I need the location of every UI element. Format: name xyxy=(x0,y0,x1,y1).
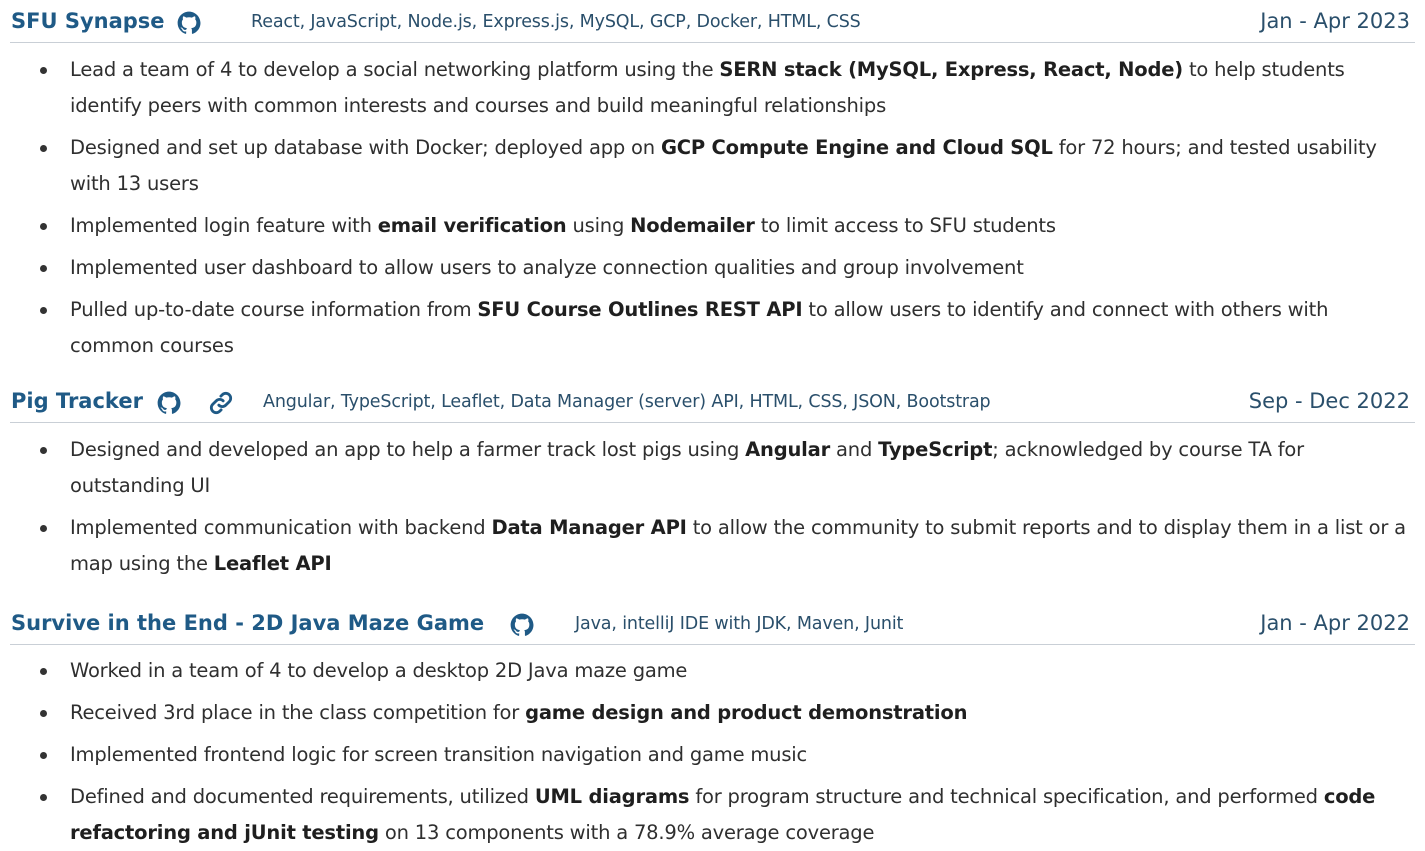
link-icon[interactable] xyxy=(208,390,234,416)
bullet-text: Implemented user dashboard to allow user… xyxy=(70,256,1024,279)
bold-keyword: Angular xyxy=(745,438,831,461)
bold-keyword: Leaflet API xyxy=(213,552,332,575)
bullet-text: Designed and set up database with Docker… xyxy=(70,136,1377,195)
bullet-text: Implemented login feature with email ver… xyxy=(70,214,1056,237)
project-title: Pig Tracker xyxy=(11,389,143,413)
github-icon[interactable] xyxy=(509,612,535,638)
project-title: Survive in the End - 2D Java Maze Game xyxy=(11,611,485,635)
bullet-text: Received 3rd place in the class competit… xyxy=(70,701,968,724)
bullet-text: Worked in a team of 4 to develop a deskt… xyxy=(70,659,688,682)
bullet-item: Implemented frontend logic for screen tr… xyxy=(0,737,1425,773)
project-tech-stack: React, JavaScript, Node.js, Express.js, … xyxy=(251,12,861,32)
bullet-list: Lead a team of 4 to develop a social net… xyxy=(0,52,1425,364)
project-date: Jan - Apr 2023 xyxy=(1260,9,1410,33)
bold-keyword: TypeScript xyxy=(878,438,993,461)
divider xyxy=(10,644,1415,645)
project-tech-stack: Java, intelliJ IDE with JDK, Maven, Juni… xyxy=(575,614,904,634)
bullet-item: Implemented user dashboard to allow user… xyxy=(0,250,1425,286)
bold-keyword: Nodemailer xyxy=(630,214,755,237)
bullet-item: Designed and set up database with Docker… xyxy=(0,130,1425,202)
bullet-item: Defined and documented requirements, uti… xyxy=(0,779,1425,851)
github-icon[interactable] xyxy=(156,390,182,416)
bullet-item: Pulled up-to-date course information fro… xyxy=(0,292,1425,364)
project-header: Pig Tracker Angular, TypeScript, Leaflet… xyxy=(0,383,1425,423)
bullet-text: Implemented communication with backend D… xyxy=(70,516,1406,575)
project-title: SFU Synapse xyxy=(11,9,165,33)
github-icon[interactable] xyxy=(176,10,202,36)
project-tech-stack: Angular, TypeScript, Leaflet, Data Manag… xyxy=(263,392,991,412)
bold-keyword: email verification xyxy=(377,214,567,237)
divider xyxy=(10,42,1415,43)
bold-keyword: game design and product demonstration xyxy=(525,701,968,724)
project-header: Survive in the End - 2D Java Maze Game J… xyxy=(0,605,1425,645)
project-date: Jan - Apr 2022 xyxy=(1260,611,1410,635)
bullet-item: Worked in a team of 4 to develop a deskt… xyxy=(0,653,1425,689)
bullet-list: Worked in a team of 4 to develop a deskt… xyxy=(0,653,1425,851)
bullet-item: Designed and developed an app to help a … xyxy=(0,432,1425,504)
divider xyxy=(10,422,1415,423)
project-date: Sep - Dec 2022 xyxy=(1248,389,1410,413)
bullet-text: Implemented frontend logic for screen tr… xyxy=(70,743,808,766)
bullet-text: Designed and developed an app to help a … xyxy=(70,438,1304,497)
bold-keyword: SERN stack (MySQL, Express, React, Node) xyxy=(719,58,1183,81)
bold-keyword: GCP Compute Engine and Cloud SQL xyxy=(660,136,1053,159)
bullet-text: Defined and documented requirements, uti… xyxy=(70,785,1376,844)
bold-keyword: code refactoring and jUnit testing xyxy=(70,785,1376,844)
bold-keyword: Data Manager API xyxy=(491,516,687,539)
bullet-item: Implemented login feature with email ver… xyxy=(0,208,1425,244)
project-header: SFU Synapse React, JavaScript, Node.js, … xyxy=(0,3,1425,43)
bold-keyword: SFU Course Outlines REST API xyxy=(477,298,803,321)
bullet-list: Designed and developed an app to help a … xyxy=(0,432,1425,582)
resume-projects-section: SFU Synapse React, JavaScript, Node.js, … xyxy=(0,0,1425,848)
bullet-item: Received 3rd place in the class competit… xyxy=(0,695,1425,731)
bullet-text: Lead a team of 4 to develop a social net… xyxy=(70,58,1345,117)
bold-keyword: UML diagrams xyxy=(534,785,690,808)
bullet-item: Implemented communication with backend D… xyxy=(0,510,1425,582)
bullet-item: Lead a team of 4 to develop a social net… xyxy=(0,52,1425,124)
bullet-text: Pulled up-to-date course information fro… xyxy=(70,298,1329,357)
